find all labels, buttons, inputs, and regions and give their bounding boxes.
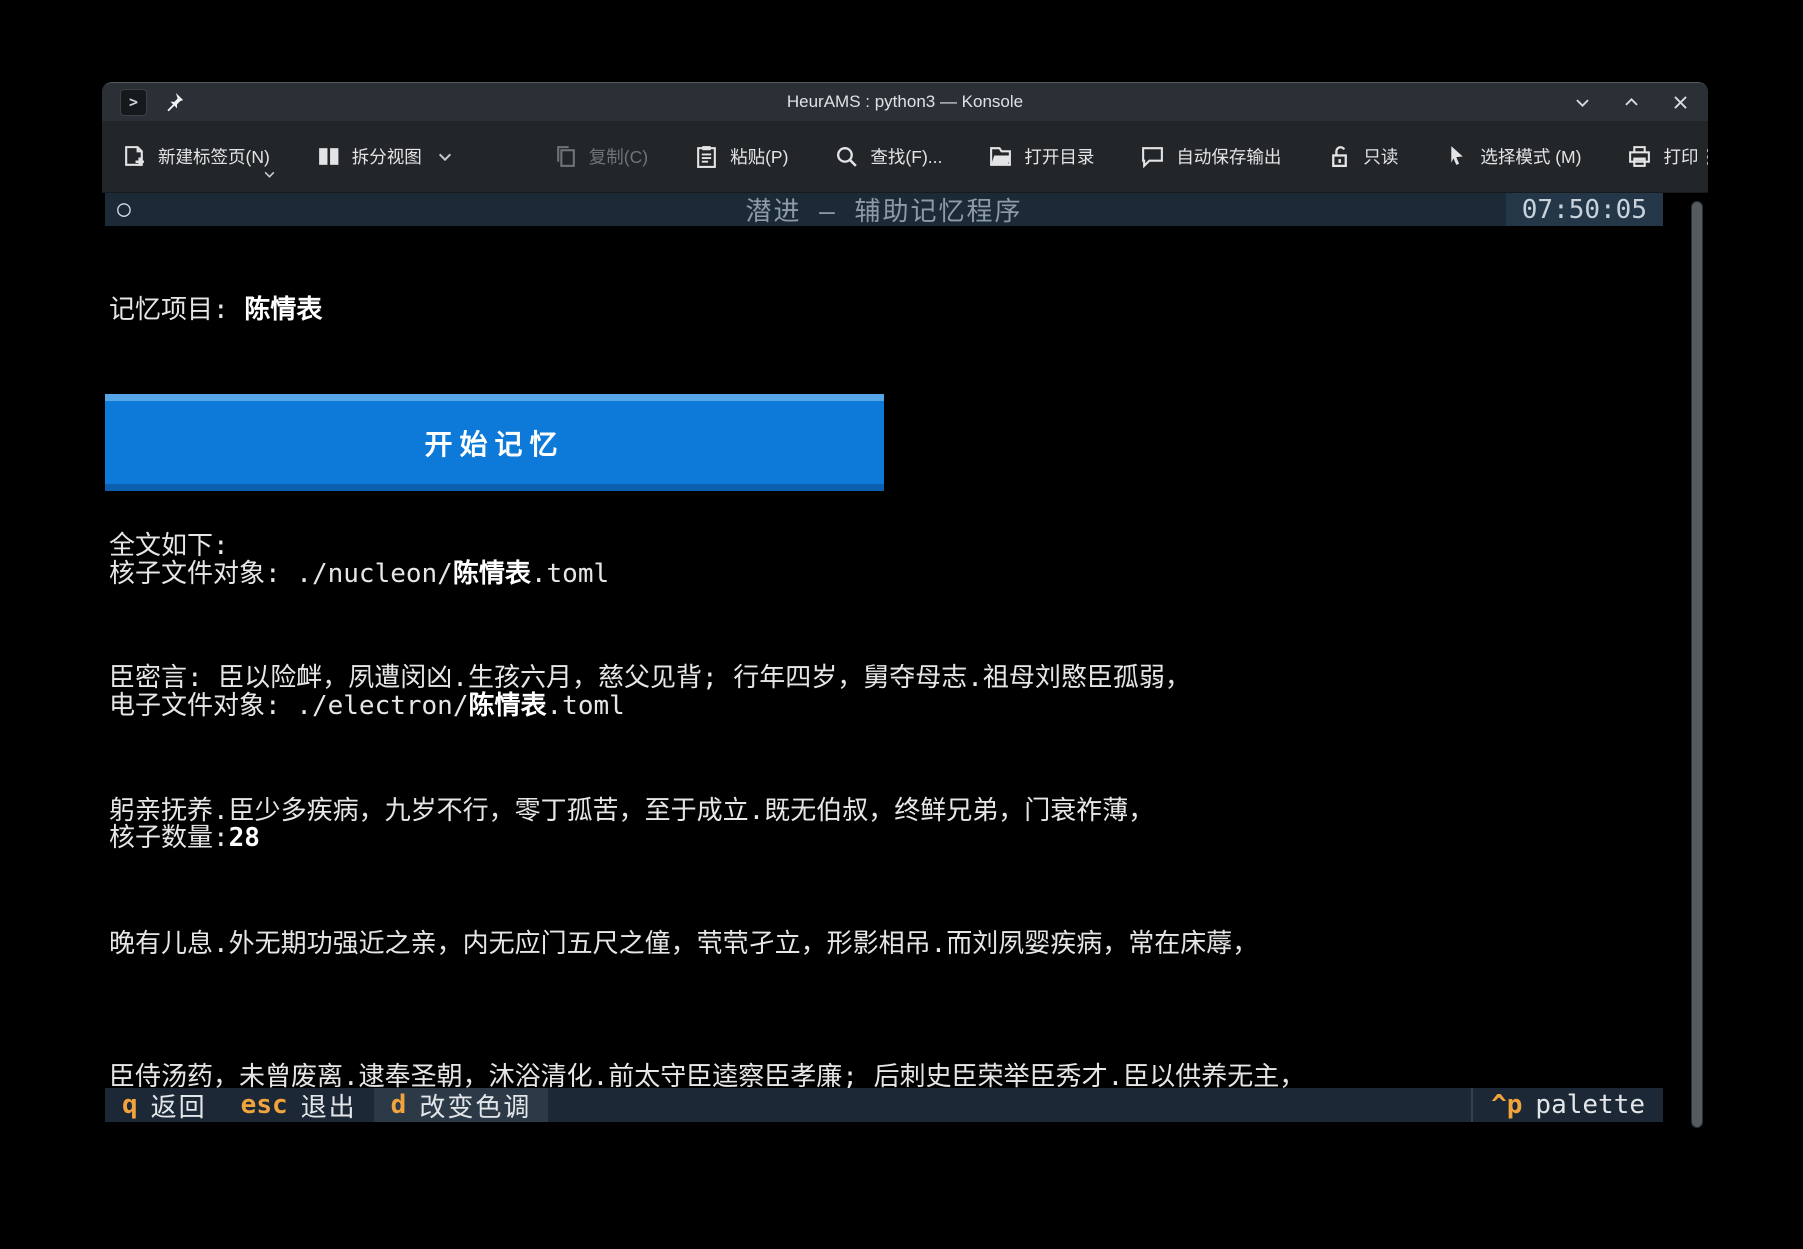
tui-footer-bar: q 返回 esc 退出 d 改变色调 ^p palette bbox=[105, 1088, 1663, 1122]
open-directory-button[interactable]: 打开目录 bbox=[986, 140, 1096, 173]
folder-icon bbox=[988, 144, 1013, 169]
fulltext-line: 臣密言: 臣以险衅，夙遭闵凶.生孩六月，慈父见背; 行年四岁，舅夺母志.祖母刘愍… bbox=[109, 662, 1310, 695]
close-icon bbox=[1671, 93, 1690, 112]
toolbar-item-label: 只读 bbox=[1363, 144, 1398, 169]
copy-button[interactable]: 复制(C) bbox=[551, 140, 650, 173]
minimize-button[interactable] bbox=[1573, 93, 1592, 112]
scrollbar-thumb[interactable] bbox=[1691, 201, 1703, 1128]
key-binding[interactable]: esc 退出 bbox=[224, 1088, 374, 1122]
select-mode-button[interactable]: 选择模式 (M) bbox=[1442, 140, 1583, 173]
binding-label: 退出 bbox=[301, 1087, 357, 1124]
toolbar-item-label: 拆分视图 bbox=[352, 144, 422, 169]
toolbar-item-label: 打开目录 bbox=[1024, 144, 1094, 169]
cursor-icon bbox=[1444, 144, 1469, 169]
toolbar-item-label: 粘贴(P) bbox=[730, 144, 788, 169]
toolbar-item-label: 新建标签页(N) bbox=[158, 144, 270, 169]
hamburger-icon bbox=[1704, 144, 1708, 170]
copy-icon bbox=[553, 144, 578, 169]
palette-label: palette bbox=[1535, 1090, 1645, 1120]
palette-key: ^p bbox=[1491, 1090, 1522, 1120]
toolbar-item-label: 复制(C) bbox=[589, 144, 648, 169]
binding-key: esc bbox=[241, 1090, 288, 1120]
key-binding[interactable]: d 改变色调 bbox=[374, 1088, 549, 1122]
autosave-output-button[interactable]: 自动保存输出 bbox=[1138, 140, 1283, 173]
unlock-icon bbox=[1327, 144, 1352, 169]
new-tab-icon bbox=[122, 144, 147, 169]
chevron-down-icon bbox=[437, 149, 453, 165]
print-button[interactable]: 打印 bbox=[1625, 140, 1700, 173]
fulltext-label: 全文如下: bbox=[109, 530, 229, 563]
chevron-down-icon bbox=[1573, 93, 1592, 112]
split-view-button[interactable]: 拆分视图 bbox=[314, 140, 455, 173]
search-icon bbox=[834, 144, 859, 169]
fulltext-paragraph: 臣密言: 臣以险衅，夙遭闵凶.生孩六月，慈父见背; 行年四岁，舅夺母志.祖母刘愍… bbox=[109, 596, 1310, 1138]
toolbar-item-label: 打印 bbox=[1663, 144, 1698, 169]
paste-button[interactable]: 粘贴(P) bbox=[692, 140, 790, 173]
toolbar: 新建标签页(N) 拆分视图 复制(C) 粘贴(P) 查找(F)... 打开目录 … bbox=[102, 121, 1708, 193]
titlebar[interactable]: > HeurAMS : python3 — Konsole bbox=[102, 83, 1708, 121]
speech-bubble-icon bbox=[1140, 144, 1165, 169]
paste-icon bbox=[694, 144, 719, 169]
fulltext-line: 躬亲抚养.臣少多疾病，九岁不行，零丁孤苦，至于成立.既无伯叔，终鲜兄弟，门衰祚薄… bbox=[109, 795, 1310, 828]
printer-icon bbox=[1627, 144, 1652, 169]
key-binding[interactable]: q 返回 bbox=[105, 1088, 224, 1122]
konsole-window: > HeurAMS : python3 — Konsole 新建标签页(N) 拆… bbox=[102, 82, 1708, 1138]
maximize-button[interactable] bbox=[1622, 93, 1641, 112]
chevron-down-icon bbox=[263, 165, 276, 186]
pin-icon[interactable] bbox=[163, 91, 185, 113]
window-title: HeurAMS : python3 — Konsole bbox=[102, 92, 1708, 112]
find-button[interactable]: 查找(F)... bbox=[832, 140, 944, 173]
terminal-scrollbar[interactable] bbox=[1690, 201, 1704, 1128]
binding-label: 改变色调 bbox=[419, 1087, 531, 1124]
start-memorize-button[interactable]: 开始记忆 bbox=[105, 394, 884, 491]
terminal-view[interactable]: ○ 潜进 – 辅助记忆程序 07:50:05 记忆项目: 陈情表 核子文件对象:… bbox=[102, 193, 1708, 1138]
split-view-icon bbox=[316, 144, 341, 169]
close-button[interactable] bbox=[1671, 93, 1690, 112]
toolbar-item-label: 查找(F)... bbox=[870, 144, 942, 169]
chevron-up-icon bbox=[1622, 93, 1641, 112]
binding-key: d bbox=[391, 1090, 407, 1120]
binding-key: q bbox=[122, 1090, 138, 1120]
menu-button[interactable] bbox=[1700, 140, 1708, 174]
window-controls bbox=[1573, 93, 1690, 112]
tui-header-bar: ○ 潜进 – 辅助记忆程序 07:50:05 bbox=[105, 193, 1663, 226]
konsole-app-icon: > bbox=[120, 89, 147, 116]
tui-app-title: 潜进 – 辅助记忆程序 bbox=[105, 191, 1663, 228]
fulltext-line: 晚有儿息.外无期功强近之亲，内无应门五尺之僮，茕茕孑立，形影相吊.而刘夙婴疾病，… bbox=[109, 928, 1310, 961]
binding-label: 返回 bbox=[151, 1087, 207, 1124]
palette-binding[interactable]: ^p palette bbox=[1471, 1088, 1663, 1122]
toolbar-item-label: 自动保存输出 bbox=[1176, 144, 1281, 169]
toolbar-item-label: 选择模式 (M) bbox=[1480, 144, 1581, 169]
info-line: 记忆项目: 陈情表 bbox=[109, 294, 625, 327]
clock: 07:50:05 bbox=[1506, 193, 1663, 226]
new-tab-button[interactable]: 新建标签页(N) bbox=[120, 140, 272, 173]
tui-app: ○ 潜进 – 辅助记忆程序 07:50:05 记忆项目: 陈情表 核子文件对象:… bbox=[105, 193, 1663, 1138]
read-only-button[interactable]: 只读 bbox=[1325, 140, 1400, 173]
